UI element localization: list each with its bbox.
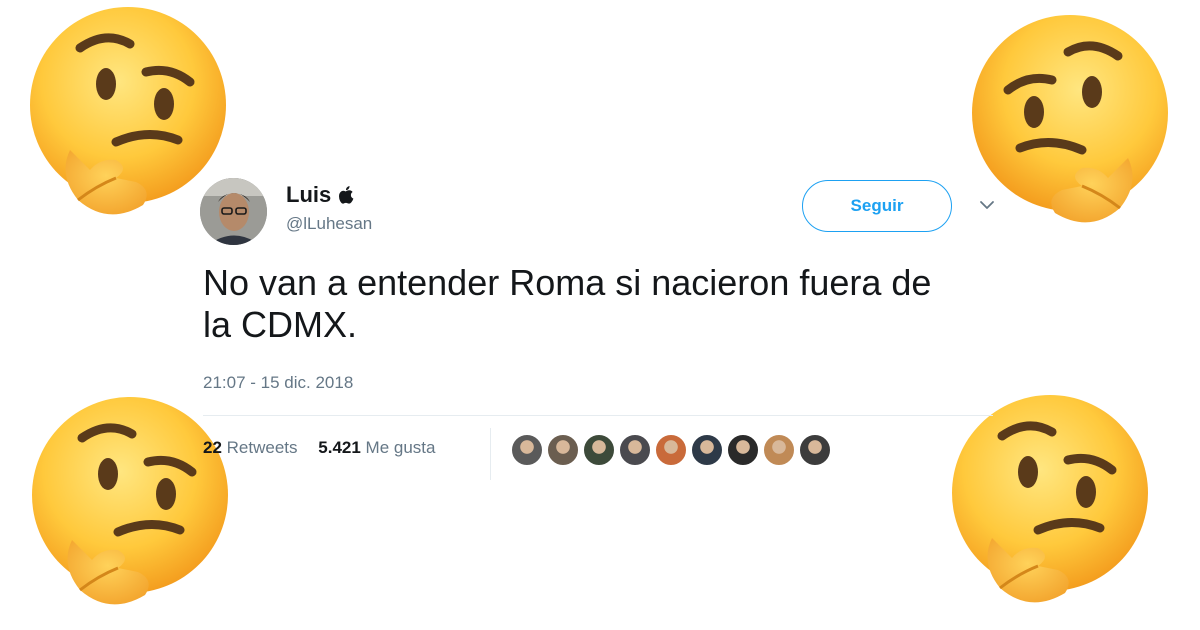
- liker-avatars: [510, 433, 834, 469]
- retweets-label: Retweets: [226, 438, 298, 457]
- user-handle[interactable]: @lLuhesan: [286, 214, 372, 234]
- liker-avatar[interactable]: [762, 433, 796, 467]
- stats-separator: [490, 428, 491, 480]
- apple-icon: [339, 186, 354, 204]
- avatar[interactable]: [200, 178, 267, 245]
- liker-avatar[interactable]: [618, 433, 652, 467]
- liker-avatar[interactable]: [546, 433, 580, 467]
- timestamp[interactable]: 21:07 - 15 dic. 2018: [203, 373, 353, 393]
- liker-avatar[interactable]: [582, 433, 616, 467]
- liker-avatar[interactable]: [654, 433, 688, 467]
- follow-button[interactable]: Seguir: [802, 180, 952, 232]
- liker-avatar[interactable]: [726, 433, 760, 467]
- tweet-text-line: la CDMX.: [203, 304, 358, 345]
- liker-avatar[interactable]: [798, 433, 832, 467]
- retweets-stat[interactable]: 22 Retweets: [203, 438, 298, 457]
- tweet-text-line: No van a entender Roma si nacieron fuera…: [203, 262, 932, 303]
- display-name-text[interactable]: Luis: [286, 182, 331, 207]
- likes-count: 5.421: [318, 438, 361, 457]
- liker-avatar[interactable]: [510, 433, 544, 467]
- retweets-count: 22: [203, 438, 222, 457]
- tweet-stats: 22 Retweets 5.421 Me gusta: [203, 438, 451, 458]
- likes-stat[interactable]: 5.421 Me gusta: [318, 438, 435, 457]
- tweet-text: No van a entender Roma si nacieron fuera…: [203, 262, 1003, 346]
- liker-avatar[interactable]: [690, 433, 724, 467]
- display-name[interactable]: Luis: [286, 182, 354, 208]
- likes-label: Me gusta: [365, 438, 436, 457]
- chevron-down-icon[interactable]: [979, 200, 995, 210]
- tweet-card: Luis @lLuhesan Seguir No van a entender …: [200, 170, 1000, 500]
- divider: [203, 415, 993, 416]
